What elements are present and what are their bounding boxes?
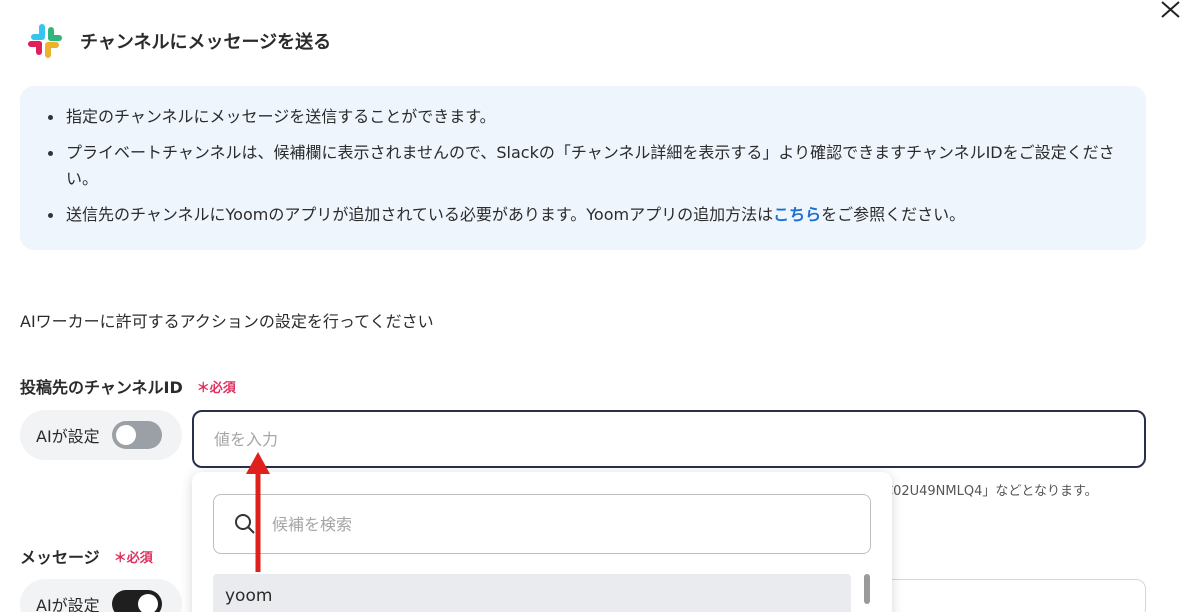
section-description: AIワーカーに許可するアクションの設定を行ってください bbox=[20, 312, 434, 331]
suggestion-search-input[interactable] bbox=[272, 514, 832, 534]
channel-id-hint: C02U49NMLQ4」などとなります。 bbox=[884, 484, 1098, 499]
dialog-title: チャンネルにメッセージを送る bbox=[80, 32, 332, 53]
dialog-header: チャンネルにメッセージを送る bbox=[26, 22, 331, 60]
channel-id-label-text: 投稿先のチャンネルID bbox=[20, 378, 183, 397]
channel-suggestions-dropdown: yoom bbox=[192, 472, 892, 612]
required-badge: ＊必須 bbox=[196, 380, 236, 396]
message-label: メッセージ ＊必須 bbox=[20, 544, 153, 568]
channel-id-input[interactable] bbox=[192, 410, 1146, 468]
info-item-suffix: をご参照ください。 bbox=[821, 205, 966, 224]
channel-ai-toggle-group: AIが設定 bbox=[20, 410, 182, 460]
info-box: 指定のチャンネルにメッセージを送信することができます。 プライベートチャンネルは… bbox=[20, 86, 1146, 250]
search-icon bbox=[235, 514, 255, 534]
close-icon bbox=[1161, 1, 1180, 18]
suggestion-search-box[interactable] bbox=[213, 494, 871, 554]
channel-ai-toggle[interactable] bbox=[111, 421, 162, 449]
message-ai-toggle[interactable] bbox=[111, 590, 162, 612]
info-item: 送信先のチャンネルにYoomのアプリが追加されている必要があります。Yoomアプ… bbox=[48, 202, 1122, 228]
help-link[interactable]: こちら bbox=[773, 205, 821, 224]
slack-logo-icon bbox=[28, 24, 62, 58]
ai-toggle-label: AIが設定 bbox=[36, 427, 100, 446]
channel-id-label: 投稿先のチャンネルID ＊必須 bbox=[20, 374, 236, 398]
toggle-knob bbox=[115, 425, 136, 445]
info-item: プライベートチャンネルは、候補欄に表示されませんので、Slackの「チャンネル詳… bbox=[48, 140, 1128, 192]
close-button[interactable] bbox=[1158, 0, 1184, 22]
dropdown-scrollbar[interactable] bbox=[864, 574, 870, 604]
message-label-text: メッセージ bbox=[20, 548, 100, 567]
info-item: 指定のチャンネルにメッセージを送信することができます。 bbox=[48, 104, 1122, 130]
info-list: 指定のチャンネルにメッセージを送信することができます。 プライベートチャンネルは… bbox=[48, 104, 1122, 228]
ai-toggle-label: AIが設定 bbox=[36, 596, 100, 612]
message-ai-toggle-group: AIが設定 bbox=[20, 579, 182, 612]
info-item-text: 送信先のチャンネルにYoomのアプリが追加されている必要があります。Yoomアプ… bbox=[66, 205, 774, 224]
message-input[interactable] bbox=[880, 579, 1146, 612]
suggestion-option[interactable]: yoom bbox=[213, 574, 851, 612]
toggle-knob bbox=[137, 594, 158, 612]
required-badge: ＊必須 bbox=[113, 550, 153, 566]
